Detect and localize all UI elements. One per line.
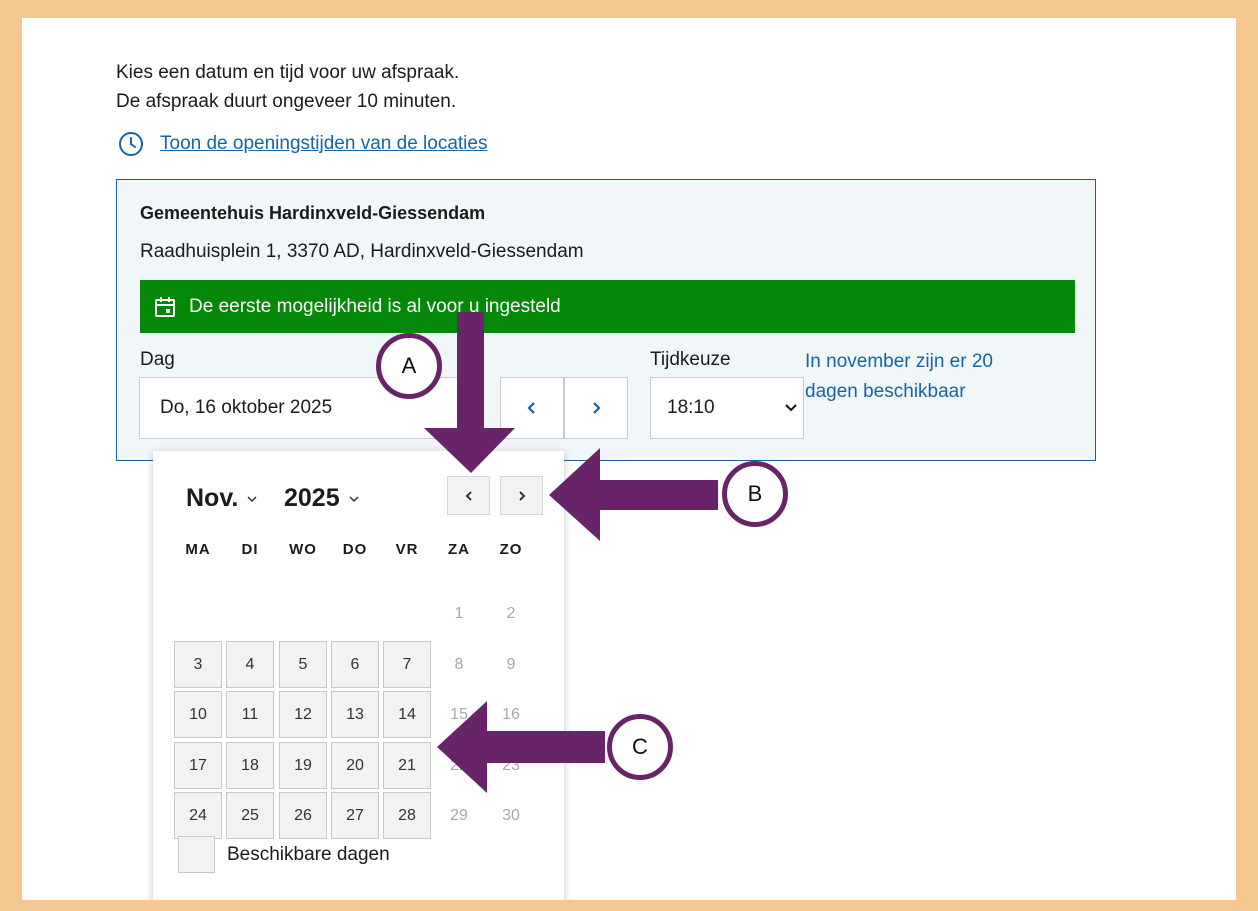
chevron-down-icon	[247, 495, 257, 502]
calendar-day-unavailable: 22	[450, 756, 468, 774]
previous-day-button[interactable]	[500, 377, 564, 439]
opening-hours-link-row[interactable]: Toon de openingstijden van de locaties	[118, 131, 487, 157]
intro-line-1: Kies een datum en tijd voor uw afspraak.	[116, 62, 460, 83]
next-month-button[interactable]	[500, 476, 543, 515]
legend-label: Beschikbare dagen	[227, 844, 390, 865]
calendar-day-unavailable: 30	[502, 806, 520, 824]
intro-text: Kies een datum en tijd voor uw afspraak.…	[116, 58, 459, 116]
calendar-popup: Nov. 2025 MA DI WO DO VR ZA ZO 1 2 3 4 5 6 7 8 9 10 11 12…	[153, 451, 564, 900]
weekday-label: ZA	[448, 541, 470, 558]
calendar-day-available[interactable]: 28	[383, 792, 431, 839]
calendar-day-available[interactable]: 4	[226, 641, 274, 688]
calendar-day-available[interactable]: 5	[279, 641, 327, 688]
calendar-day-available[interactable]: 20	[331, 742, 379, 789]
calendar-day-available[interactable]: 11	[226, 691, 274, 738]
calendar-day-available[interactable]: 21	[383, 742, 431, 789]
year-value: 2025	[284, 484, 340, 512]
intro-line-2: De afspraak duurt ongeveer 10 minuten.	[116, 91, 457, 112]
time-label: Tijdkeuze	[650, 349, 731, 370]
annotation-badge-c: C	[607, 714, 673, 780]
calendar-day-unavailable: 16	[502, 705, 520, 723]
calendar-day-available[interactable]: 19	[279, 742, 327, 789]
weekday-label: WO	[289, 541, 317, 558]
calendar-day-available[interactable]: 7	[383, 641, 431, 688]
month-select[interactable]: Nov.	[186, 484, 258, 513]
calendar-day-available[interactable]: 18	[226, 742, 274, 789]
calendar-day-unavailable: 2	[506, 604, 516, 622]
year-select[interactable]: 2025	[284, 484, 360, 513]
first-availability-banner: De eerste mogelijkheid is al voor u inge…	[140, 280, 1075, 333]
calendar-day-available[interactable]: 6	[331, 641, 379, 688]
time-select-value: 18:10	[667, 397, 715, 418]
calendar-day-unavailable: 29	[450, 806, 468, 824]
location-address: Raadhuisplein 1, 3370 AD, Hardinxveld-Gi…	[140, 241, 584, 262]
weekday-label: ZO	[499, 541, 523, 558]
legend-swatch	[178, 836, 215, 873]
calendar-day-unavailable: 15	[450, 705, 468, 723]
chevron-right-icon	[593, 402, 601, 414]
next-day-button[interactable]	[564, 377, 628, 439]
weekday-label: VR	[395, 541, 419, 558]
chevron-left-icon	[465, 490, 472, 501]
calendar-icon	[155, 296, 175, 317]
location-panel: Gemeentehuis Hardinxveld-Giessendam Raad…	[116, 179, 1096, 461]
time-select[interactable]: 18:10	[650, 377, 804, 439]
opening-hours-link[interactable]: Toon de openingstijden van de locaties	[160, 133, 487, 155]
calendar-day-unavailable: 8	[454, 655, 464, 673]
calendar-day-available[interactable]: 12	[279, 691, 327, 738]
chevron-right-icon	[518, 490, 525, 501]
location-name: Gemeentehuis Hardinxveld-Giessendam	[140, 203, 486, 223]
calendar-day-available[interactable]: 13	[331, 691, 379, 738]
calendar-day-unavailable: 1	[454, 604, 464, 622]
weekday-label: DO	[342, 541, 368, 558]
clock-icon	[119, 132, 143, 156]
day-label: Dag	[140, 349, 175, 370]
calendar-day-unavailable: 23	[502, 756, 520, 774]
calendar-day-unavailable: 9	[506, 655, 516, 673]
calendar-day-available[interactable]: 3	[174, 641, 222, 688]
chevron-down-icon	[785, 404, 797, 412]
chevron-left-icon	[527, 402, 535, 414]
calendar-day-available[interactable]: 10	[174, 691, 222, 738]
calendar-day-available[interactable]: 24	[174, 792, 222, 839]
month-value: Nov.	[186, 484, 239, 512]
availability-note: In november zijn er 20 dagen beschikbaar	[805, 351, 993, 402]
weekday-label: DI	[241, 541, 259, 558]
calendar-day-available[interactable]: 26	[279, 792, 327, 839]
weekday-label: MA	[185, 541, 211, 558]
annotation-badge-b: B	[722, 461, 788, 527]
previous-month-button[interactable]	[447, 476, 490, 515]
calendar-day-available[interactable]: 17	[174, 742, 222, 789]
calendar-day-available[interactable]: 27	[331, 792, 379, 839]
chevron-down-icon	[349, 495, 359, 502]
calendar-day-available[interactable]: 14	[383, 691, 431, 738]
calendar-day-available[interactable]: 25	[226, 792, 274, 839]
annotation-badge-a: A	[376, 333, 442, 399]
banner-text: De eerste mogelijkheid is al voor u inge…	[189, 295, 561, 317]
